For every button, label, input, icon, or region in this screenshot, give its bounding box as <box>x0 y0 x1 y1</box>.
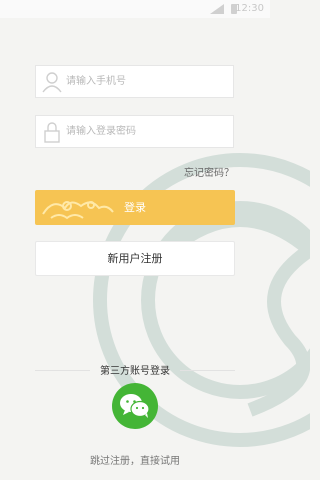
status-bar: 12:30 <box>0 0 270 18</box>
password-input[interactable] <box>66 116 228 147</box>
user-icon <box>42 72 62 93</box>
lock-icon <box>44 122 60 143</box>
login-button[interactable]: 登录 <box>35 190 235 225</box>
password-field[interactable] <box>35 115 234 148</box>
wechat-login-button[interactable] <box>112 383 158 429</box>
forgot-password-link[interactable]: 忘记密码？ <box>184 164 234 179</box>
signal-icon <box>210 4 224 14</box>
register-button[interactable]: 新用户注册 <box>35 241 235 276</box>
skip-registration-link[interactable]: 跳过注册，直接试用 <box>0 452 270 467</box>
decorative-background-pattern <box>93 153 310 447</box>
third-party-login-title: 第三方账号登录 <box>100 366 170 377</box>
login-button-label: 登录 <box>124 201 146 214</box>
status-time: 12:30 <box>235 3 264 14</box>
wechat-icon <box>120 394 150 418</box>
phone-input[interactable] <box>66 66 228 97</box>
phone-field[interactable] <box>35 65 234 98</box>
